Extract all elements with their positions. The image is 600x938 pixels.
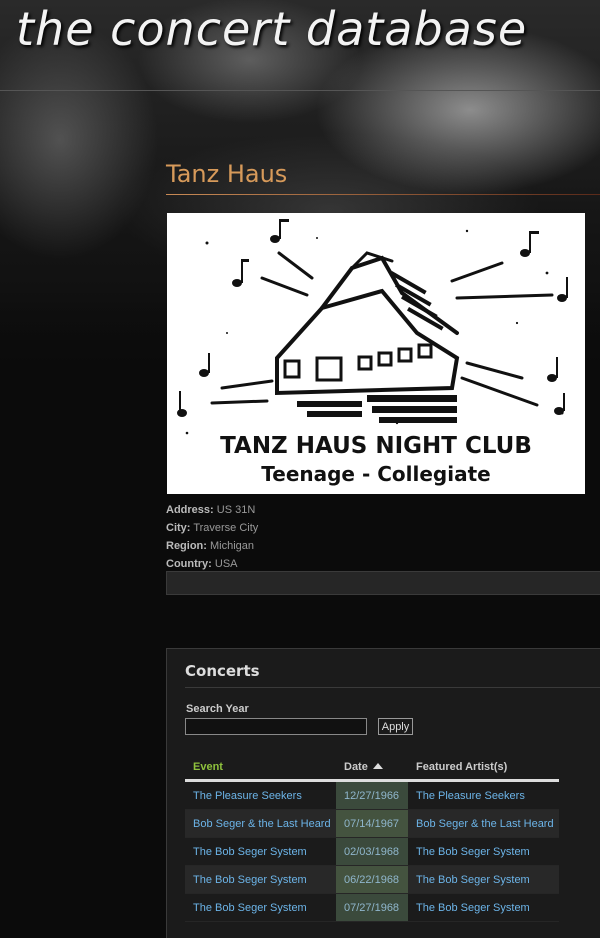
artist-link[interactable]: The Bob Seger System bbox=[408, 837, 559, 866]
city-label: City: bbox=[166, 522, 191, 534]
country-value: USA bbox=[214, 558, 238, 570]
column-header-event[interactable]: Event bbox=[185, 755, 336, 782]
city-row: City: Traverse City bbox=[166, 519, 258, 537]
event-link[interactable]: The Pleasure Seekers bbox=[185, 780, 336, 810]
date-link[interactable]: 06/22/1968 bbox=[336, 865, 408, 894]
venue-flyer-image: TANZ HAUS NIGHT CLUB Teenage - Collegiat… bbox=[167, 213, 585, 494]
header-divider bbox=[0, 90, 600, 91]
artist-link[interactable]: The Bob Seger System bbox=[408, 893, 559, 922]
sort-ascending-icon bbox=[372, 763, 383, 769]
table-row: The Bob Seger System 07/27/1968 The Bob … bbox=[185, 893, 559, 922]
info-bar bbox=[166, 571, 600, 595]
flyer-line-1: TANZ HAUS NIGHT CLUB bbox=[220, 433, 532, 459]
table-row: The Pleasure Seekers 12/27/1966 The Plea… bbox=[185, 780, 559, 810]
event-link[interactable]: The Bob Seger System bbox=[185, 865, 336, 894]
search-year-label: Search Year bbox=[186, 703, 249, 715]
date-link[interactable]: 12/27/1966 bbox=[336, 780, 408, 810]
apply-button[interactable]: Apply bbox=[378, 718, 413, 735]
concerts-heading: Concerts bbox=[185, 662, 260, 680]
table-header-row: Event Date Featured Artist(s) bbox=[185, 755, 559, 782]
date-link[interactable]: 07/27/1968 bbox=[336, 893, 408, 922]
artist-link[interactable]: The Pleasure Seekers bbox=[408, 780, 559, 810]
event-link[interactable]: The Bob Seger System bbox=[185, 837, 336, 866]
table-row: The Bob Seger System 06/22/1968 The Bob … bbox=[185, 865, 559, 894]
site-title[interactable]: the concert database bbox=[16, 2, 527, 56]
address-row: Address: US 31N bbox=[166, 501, 258, 519]
column-header-date[interactable]: Date bbox=[336, 755, 408, 782]
venue-info: Address: US 31N City: Traverse City Regi… bbox=[166, 501, 258, 573]
column-header-date-label: Date bbox=[344, 761, 368, 773]
event-link[interactable]: The Bob Seger System bbox=[185, 893, 336, 922]
date-link[interactable]: 02/03/1968 bbox=[336, 837, 408, 866]
city-value: Traverse City bbox=[193, 522, 259, 534]
table-row: The Bob Seger System 02/03/1968 The Bob … bbox=[185, 837, 559, 866]
address-value: US 31N bbox=[216, 504, 256, 516]
concerts-table: Event Date Featured Artist(s) The Pleasu… bbox=[185, 755, 559, 922]
address-label: Address: bbox=[166, 504, 214, 516]
region-label: Region: bbox=[166, 540, 207, 552]
column-header-artist[interactable]: Featured Artist(s) bbox=[408, 755, 559, 782]
artist-link[interactable]: The Bob Seger System bbox=[408, 865, 559, 894]
title-divider bbox=[166, 194, 600, 195]
artist-link[interactable]: Bob Seger & the Last Heard bbox=[408, 809, 559, 838]
event-link[interactable]: Bob Seger & the Last Heard bbox=[185, 809, 336, 838]
date-link[interactable]: 07/14/1967 bbox=[336, 809, 408, 838]
table-row: Bob Seger & the Last Heard 07/14/1967 Bo… bbox=[185, 809, 559, 838]
search-year-input[interactable] bbox=[185, 718, 367, 735]
country-label: Country: bbox=[166, 558, 212, 570]
venue-title: Tanz Haus bbox=[166, 160, 288, 188]
region-row: Region: Michigan bbox=[166, 537, 258, 555]
region-value: Michigan bbox=[210, 540, 255, 552]
concerts-panel: Concerts Search Year Apply Event Date Fe… bbox=[166, 648, 600, 938]
flyer-line-2: Teenage - Collegiate bbox=[261, 462, 490, 486]
panel-divider bbox=[185, 687, 600, 688]
